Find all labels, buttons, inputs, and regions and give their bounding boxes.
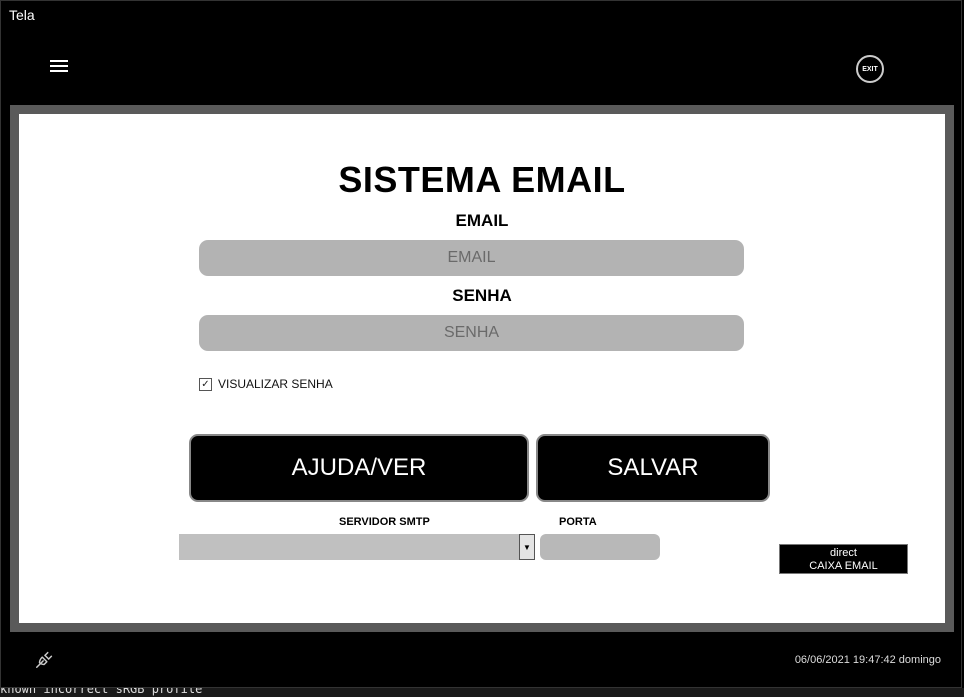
show-password-label: VISUALIZAR SENHA — [218, 377, 333, 391]
port-input[interactable] — [540, 534, 660, 560]
smtp-server-select[interactable]: ▼ — [179, 534, 535, 560]
info-line-2: CAIXA EMAIL — [809, 560, 878, 572]
background-terminal-text: known incorrect sRGB profile — [0, 688, 964, 697]
save-button-label: SALVAR — [607, 454, 699, 481]
page-title: SISTEMA EMAIL — [338, 159, 626, 200]
checkbox-checked-icon[interactable]: ✓ — [199, 377, 212, 391]
password-input[interactable] — [199, 315, 744, 351]
terminal-line: known incorrect sRGB profile — [0, 688, 203, 696]
chevron-down-icon[interactable]: ▼ — [519, 534, 535, 560]
status-datetime: 06/06/2021 19:47:42 domingo — [794, 654, 941, 666]
email-input[interactable] — [199, 240, 744, 276]
hamburger-menu-icon[interactable] — [50, 60, 68, 74]
exit-label: EXIT — [862, 65, 878, 73]
info-line-1: direct — [830, 547, 857, 559]
smtp-server-label: SERVIDOR SMTP — [339, 516, 430, 528]
email-settings-panel: SISTEMA EMAIL EMAIL SENHA ✓ VISUALIZAR S… — [19, 114, 945, 623]
save-button[interactable]: SALVAR — [536, 434, 770, 502]
help-button-label: AJUDA/VER — [291, 454, 427, 481]
show-password-checkbox[interactable]: ✓ VISUALIZAR SENHA — [199, 377, 333, 391]
app-window: Tela EXIT SISTEMA EMAIL EMAIL SENHA ✓ VI… — [0, 0, 962, 688]
email-label: EMAIL — [455, 211, 509, 230]
help-button[interactable]: AJUDA/VER — [189, 434, 529, 502]
password-label: SENHA — [452, 286, 512, 305]
port-label: PORTA — [559, 516, 597, 528]
exit-button[interactable]: EXIT — [856, 55, 884, 83]
window-title: Tela — [9, 7, 35, 23]
plug-icon[interactable] — [34, 648, 56, 670]
caixa-email-button[interactable]: direct CAIXA EMAIL — [779, 544, 908, 574]
